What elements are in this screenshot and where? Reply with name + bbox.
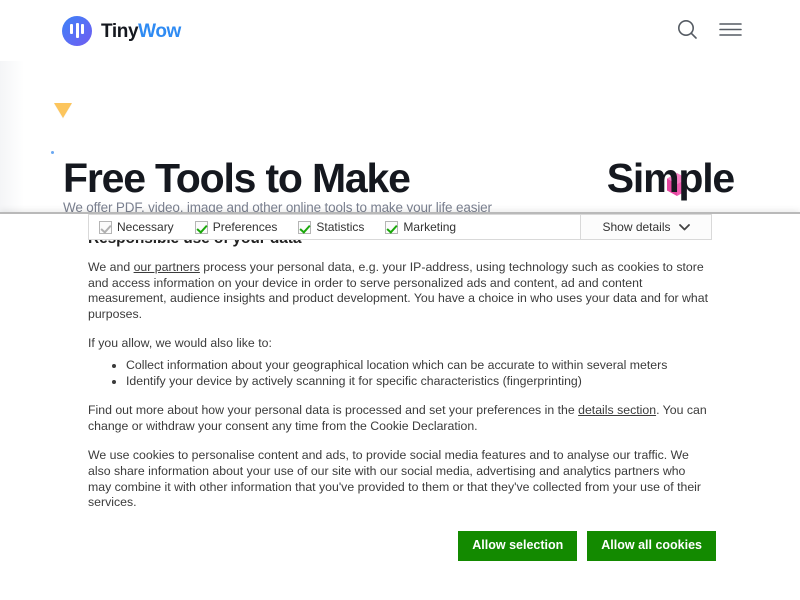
page-title-right: Simple [606,155,735,202]
cookie-paragraph-1-pre: We and [88,260,134,274]
chevron-down-icon [678,223,690,230]
brand-name-accent: Wow [138,20,181,42]
details-section-link[interactable]: details section [578,403,656,417]
list-item: Identify your device by actively scannin… [126,374,710,390]
page-title: Free Tools to Make [63,155,411,202]
hero-edge-gradient [0,61,24,213]
checkbox-icon[interactable] [298,220,312,234]
cookie-dialog-actions: Allow selection Allow all cookies [458,531,716,561]
cookie-permission-list: Collect information about your geographi… [88,358,710,389]
consent-checkbox-preferences[interactable]: Preferences [194,220,278,234]
cookie-consent-dialog: Responsible use of your data We and our … [0,212,800,600]
brand-name: TinyWow [101,22,181,41]
hamburger-menu-icon[interactable] [719,22,742,42]
checkbox-icon[interactable] [194,220,208,234]
consent-checkbox-necessary: Necessary [99,220,174,234]
consent-label: Statistics [316,220,365,234]
consent-category-list: Necessary Preferences Statistics Marketi… [89,215,581,239]
consent-label: Necessary [117,220,174,234]
accent-dot [51,151,54,154]
allow-selection-button[interactable]: Allow selection [458,531,578,561]
cookie-category-bar: Necessary Preferences Statistics Marketi… [88,214,712,240]
consent-checkbox-statistics[interactable]: Statistics [298,220,364,234]
header-actions [677,19,742,45]
cookie-paragraph-3-pre: Find out more about how your personal da… [88,403,579,418]
checkbox-icon [99,220,112,234]
show-details-label: Show details [602,220,671,234]
cookie-paragraph-3: Find out more about how your personal da… [88,403,710,434]
consent-label: Preferences [212,220,278,234]
search-icon[interactable] [677,19,698,45]
consent-label: Marketing [403,220,457,234]
our-partners-link[interactable]: our partners [134,260,200,274]
consent-checkbox-marketing[interactable]: Marketing [385,220,456,234]
hero-section: Free Tools to Make Simple We offer PDF, … [0,61,800,258]
cookie-dialog-body: Responsible use of your data We and our … [88,230,710,525]
triangle-orange-icon [54,103,72,118]
checkbox-icon[interactable] [385,220,399,234]
cookie-paragraph-4: We use cookies to personalise content an… [88,448,702,510]
site-header: TinyWow [0,0,800,61]
allow-all-cookies-button[interactable]: Allow all cookies [587,531,716,561]
show-details-toggle[interactable]: Show details [581,215,711,239]
brand-logo[interactable]: TinyWow [62,16,181,46]
brand-name-primary: Tiny [101,20,139,42]
list-item: Collect information about your geographi… [126,358,710,374]
cookie-paragraph-1: We and our partners process your persona… [88,260,710,322]
cookie-paragraph-2: If you allow, we would also like to: [88,336,272,351]
tinywow-logo-icon [62,16,92,46]
